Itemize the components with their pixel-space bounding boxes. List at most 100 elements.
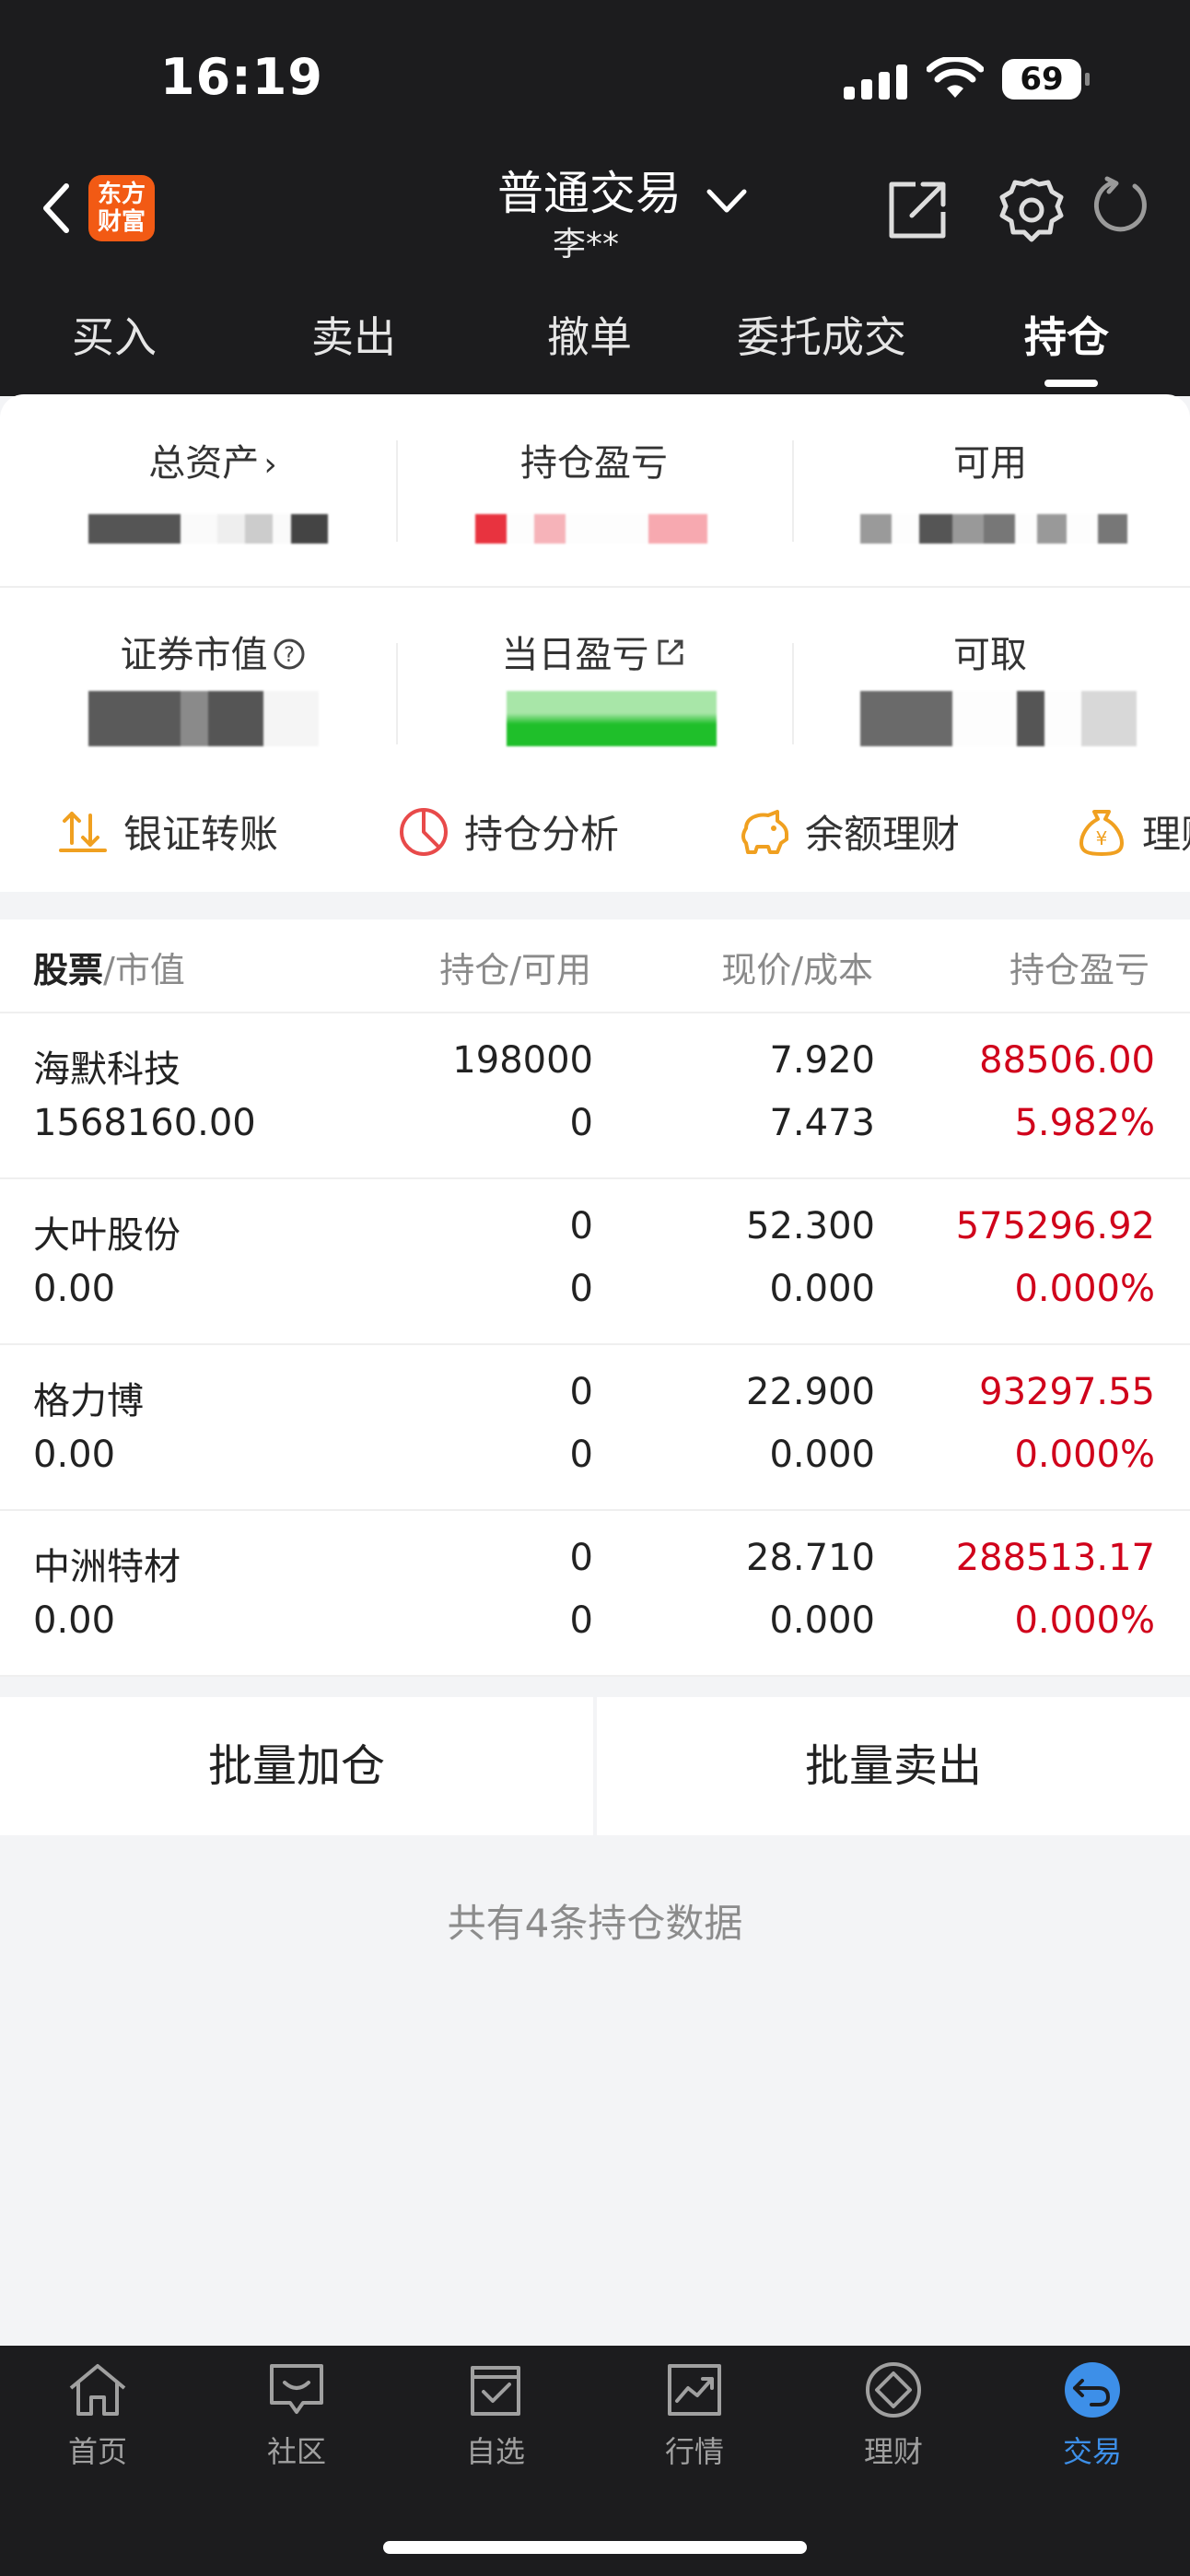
nav-home[interactable]: 首页	[33, 2360, 162, 2471]
available-qty: 0	[569, 1599, 593, 1642]
status-bar: 16:19 69	[0, 0, 1190, 157]
account-name: 李**	[553, 226, 620, 263]
tab-buy[interactable]: 买入	[72, 304, 157, 365]
cost-price: 0.000	[769, 1434, 875, 1476]
gear-icon[interactable]	[997, 175, 1067, 245]
chevron-down-icon[interactable]	[704, 184, 750, 217]
position-pl-pct: 0.000%	[1014, 1599, 1155, 1642]
table-row[interactable]: 格力博 0.00 0 0 22.900 0.000 93297.55 0.000…	[0, 1343, 1190, 1511]
page-title[interactable]: 普通交易	[497, 157, 682, 223]
total-assets-cell[interactable]: 总资产 ›	[15, 433, 411, 486]
market-value-cell: 证券市值 ?	[15, 625, 411, 678]
available-cell: 可用	[792, 433, 1188, 486]
watchlist-icon	[471, 2366, 520, 2416]
table-header: 股票/市值 持仓/可用 现价/成本 持仓盈亏	[0, 919, 1190, 1013]
position-pl-label: 持仓盈亏	[520, 442, 668, 485]
divider	[792, 440, 794, 542]
tab-cancel[interactable]: 撤单	[547, 304, 632, 365]
home-icon	[69, 2364, 126, 2416]
shortcut-position-analysis[interactable]: 持仓分析	[398, 803, 619, 860]
market-value-label: 证券市值	[120, 634, 268, 676]
divider	[792, 643, 794, 744]
header-price: 现价/成本	[721, 950, 873, 990]
position-pl: 288513.17	[955, 1537, 1155, 1579]
withdrawable-label: 可取	[953, 634, 1027, 676]
nav-label: 自选	[465, 2434, 525, 2469]
stock-value: 0.00	[33, 1268, 116, 1310]
position-pl-redacted	[475, 514, 744, 544]
money-bag-icon: ¥	[1079, 809, 1124, 856]
header-pl: 持仓盈亏	[1009, 950, 1150, 990]
shortcut-wealth[interactable]: ¥ 理财	[1076, 803, 1190, 860]
holdings-table: 股票/市值 持仓/可用 现价/成本 持仓盈亏 海默科技 1568160.00 1…	[0, 919, 1190, 1677]
market-icon	[668, 2364, 721, 2416]
back-arrow-icon[interactable]	[39, 181, 76, 236]
position-qty: 0	[569, 1205, 593, 1247]
holdings-count-note: 共有4条持仓数据	[447, 1901, 743, 1946]
piggy-bank-icon	[741, 809, 788, 854]
share-icon[interactable]	[884, 177, 951, 243]
available-label: 可用	[953, 442, 1027, 485]
help-icon[interactable]: ?	[273, 638, 306, 671]
stock-name: 格力博	[33, 1380, 144, 1423]
cellular-signal-icon	[844, 63, 907, 100]
nav-community[interactable]: 社区	[232, 2360, 361, 2471]
app-logo: 东方 财富	[88, 175, 155, 241]
daily-pl-cell[interactable]: 当日盈亏	[396, 625, 792, 678]
divider	[0, 586, 1190, 588]
tab-positions[interactable]: 持仓	[1024, 304, 1109, 365]
total-assets-redacted	[88, 514, 357, 544]
table-row[interactable]: 大叶股份 0.00 0 0 52.300 0.000 575296.92 0.0…	[0, 1177, 1190, 1345]
pie-chart-icon	[400, 807, 448, 856]
current-price: 52.300	[746, 1205, 875, 1247]
shortcut-label: 余额理财	[805, 812, 961, 857]
batch-sell-button[interactable]: 批量卖出	[597, 1697, 1190, 1835]
active-tab-indicator	[1044, 380, 1098, 387]
logo-line-2: 财富	[97, 208, 146, 236]
position-pl: 93297.55	[979, 1371, 1155, 1413]
nav-label: 交易	[1062, 2434, 1122, 2469]
cost-price: 0.000	[769, 1268, 875, 1310]
battery-indicator: 69	[1002, 59, 1090, 100]
refresh-icon[interactable]	[1089, 175, 1149, 236]
nav-label: 理财	[863, 2434, 923, 2469]
available-redacted	[860, 514, 1133, 544]
tab-orders[interactable]: 委托成交	[737, 304, 906, 365]
cost-price: 0.000	[769, 1599, 875, 1642]
trade-icon	[1065, 2362, 1120, 2418]
position-pl-cell: 持仓盈亏	[396, 433, 792, 486]
available-qty: 0	[569, 1102, 593, 1144]
status-time: 16:19	[160, 48, 323, 106]
batch-add-button[interactable]: 批量加仓	[0, 1697, 593, 1835]
table-row[interactable]: 海默科技 1568160.00 198000 0 7.920 7.473 885…	[0, 1012, 1190, 1179]
shortcut-bar: 银证转账 持仓分析 余额理财 ¥ 理财	[0, 772, 1190, 883]
stock-name: 海默科技	[33, 1048, 181, 1091]
svg-text:?: ?	[284, 644, 295, 667]
logo-line-1: 东方	[97, 181, 146, 208]
nav-watchlist[interactable]: 自选	[431, 2360, 560, 2471]
wifi-icon	[927, 57, 984, 98]
position-pl-pct: 0.000%	[1014, 1268, 1155, 1310]
nav-label: 行情	[664, 2434, 724, 2469]
nav-trade[interactable]: 交易	[1028, 2360, 1157, 2471]
chevron-right-icon: ›	[263, 446, 277, 484]
community-icon	[270, 2364, 323, 2414]
transfer-icon	[59, 811, 107, 852]
total-assets-label: 总资产	[148, 442, 260, 485]
available-qty: 0	[569, 1434, 593, 1476]
external-link-icon[interactable]	[654, 636, 687, 669]
shortcut-balance-wealth[interactable]: 余额理财	[737, 803, 960, 860]
home-indicator[interactable]	[383, 2541, 807, 2554]
available-qty: 0	[569, 1268, 593, 1310]
tab-sell[interactable]: 卖出	[311, 304, 396, 365]
shortcut-bank-transfer[interactable]: 银证转账	[57, 803, 278, 860]
stock-name: 大叶股份	[33, 1214, 181, 1257]
table-row[interactable]: 中洲特材 0.00 0 0 28.710 0.000 288513.17 0.0…	[0, 1509, 1190, 1677]
nav-wealth[interactable]: 理财	[829, 2360, 958, 2471]
nav-row: 东方 财富 普通交易 李**	[0, 157, 1190, 286]
market-value-redacted	[88, 691, 319, 746]
shortcut-label: 理财	[1142, 812, 1190, 857]
shortcut-label: 持仓分析	[464, 812, 620, 857]
cost-price: 7.473	[769, 1102, 875, 1144]
nav-market[interactable]: 行情	[630, 2360, 759, 2471]
